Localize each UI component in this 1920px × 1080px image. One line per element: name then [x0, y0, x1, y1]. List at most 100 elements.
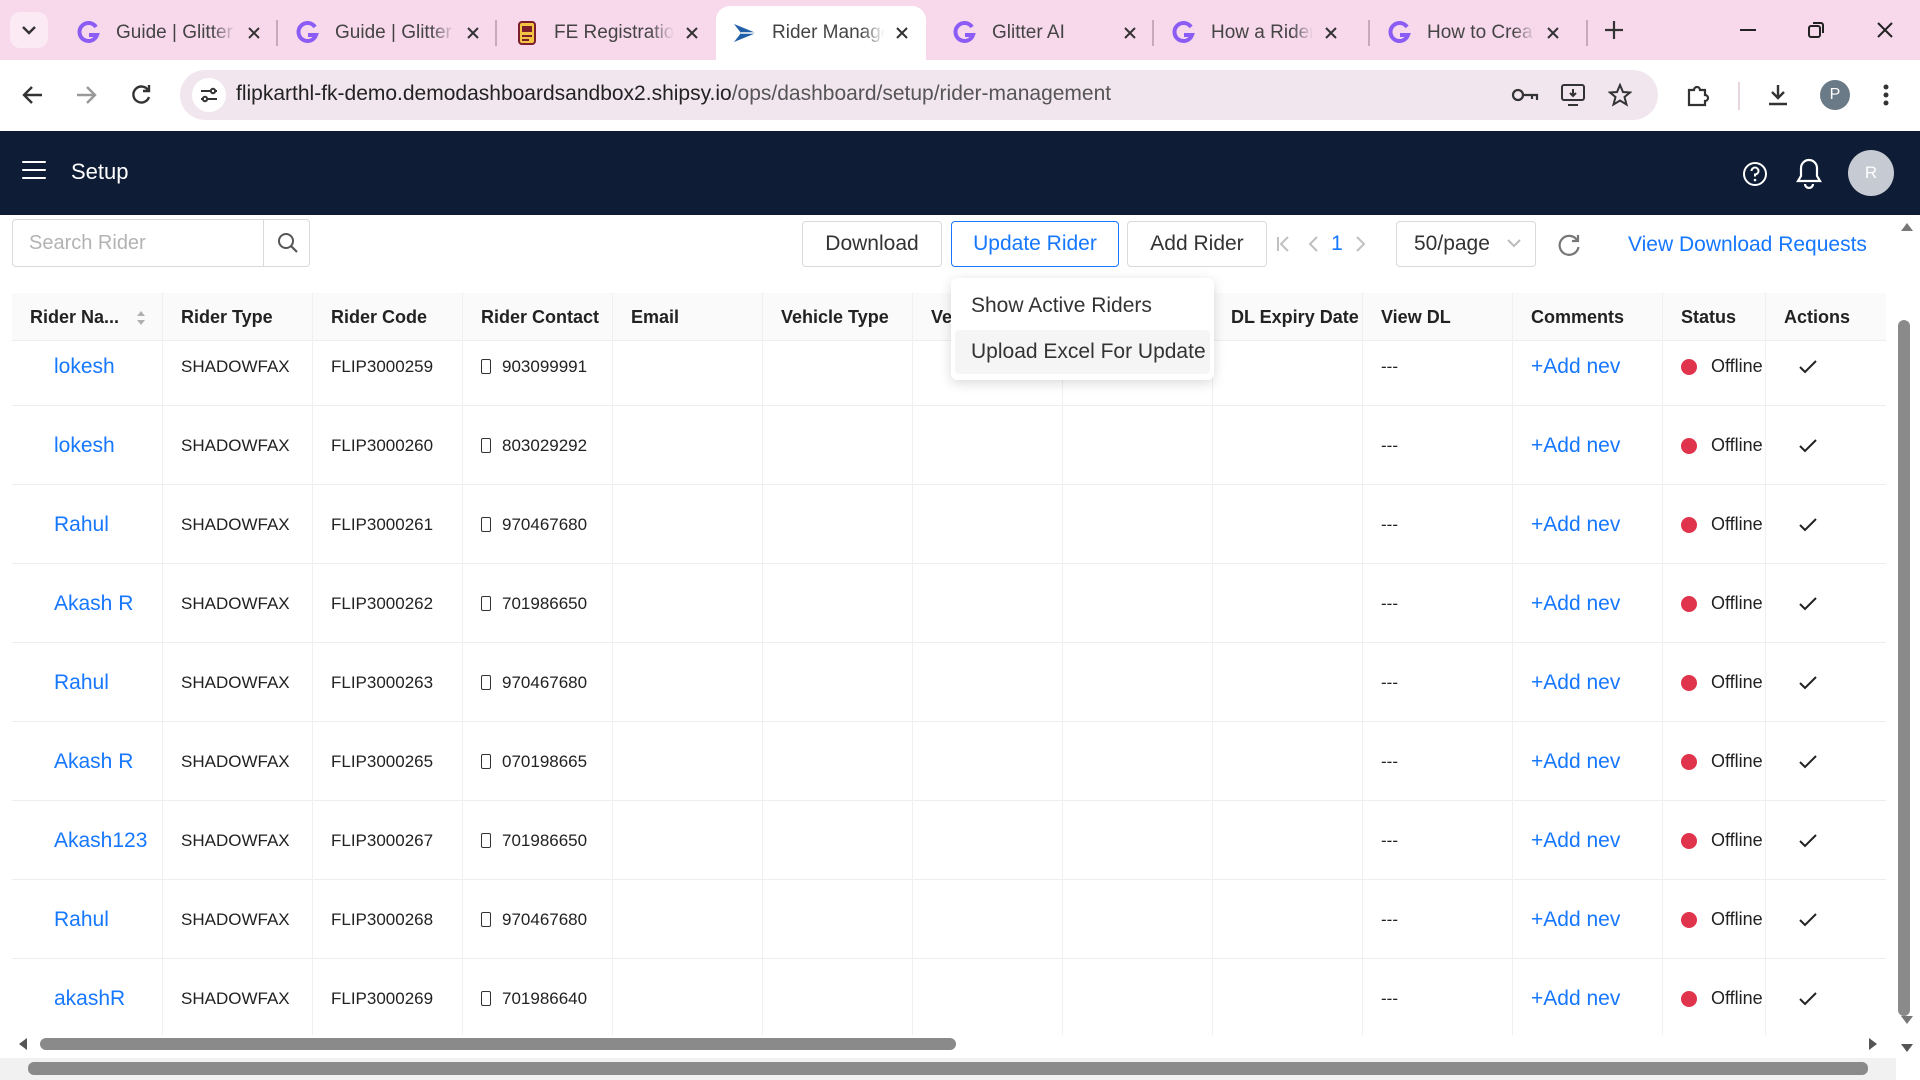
browser-tab-2[interactable]: Guide | Glitter [279, 6, 497, 60]
add-new-comment-link[interactable]: +Add nev [1531, 987, 1620, 1011]
add-new-comment-link[interactable]: +Add nev [1531, 355, 1620, 379]
rider-name-link[interactable]: Rahul [54, 671, 109, 695]
add-new-comment-link[interactable]: +Add nev [1531, 513, 1620, 537]
scroll-down-arrow-icon[interactable] [1900, 1015, 1914, 1025]
current-page[interactable]: 1 [1324, 228, 1350, 260]
close-icon[interactable] [244, 23, 264, 43]
rider-name-link[interactable]: Akash123 [54, 829, 147, 853]
rider-type: SHADOWFAX [181, 988, 290, 1008]
phone-icon [481, 675, 491, 690]
tab-separator [495, 20, 497, 46]
check-icon[interactable] [1799, 991, 1817, 1006]
close-icon[interactable] [463, 23, 483, 43]
search-input[interactable] [13, 220, 265, 266]
first-page-button[interactable] [1270, 228, 1296, 260]
ve-cell [913, 959, 1063, 1035]
restore-button[interactable] [1786, 8, 1846, 52]
bookmark-star-icon[interactable] [1605, 80, 1635, 110]
downloads-icon[interactable] [1760, 77, 1796, 113]
help-icon[interactable] [1742, 161, 1768, 187]
update-rider-button[interactable]: Update Rider [951, 221, 1119, 267]
rider-name-link[interactable]: akashR [54, 987, 125, 1011]
check-icon[interactable] [1799, 675, 1817, 690]
comments-cell: +Add nev [1513, 880, 1663, 959]
menu-item-upload-excel-for-update[interactable]: Upload Excel For Update [955, 330, 1210, 374]
check-icon[interactable] [1799, 359, 1817, 374]
install-app-icon[interactable] [1558, 80, 1588, 110]
glitter-logo-icon [76, 20, 102, 46]
scroll-up-arrow-icon[interactable] [1900, 222, 1914, 232]
close-window-button[interactable] [1855, 8, 1915, 52]
browser-tab-7[interactable]: How to Create [1371, 6, 1577, 60]
scroll-right-arrow-icon[interactable] [1868, 1037, 1878, 1051]
new-tab-button[interactable] [1596, 12, 1632, 48]
rider-name-link[interactable]: lokesh [54, 355, 115, 379]
close-icon[interactable] [682, 23, 702, 43]
browser-tab-6[interactable]: How a Rider r [1155, 6, 1355, 60]
page-horizontal-scroll-thumb[interactable] [28, 1062, 1868, 1075]
menu-item-show-active-riders[interactable]: Show Active Riders [955, 284, 1210, 328]
search-button[interactable] [263, 219, 311, 267]
reload-button[interactable] [121, 75, 161, 115]
glitter-logo-icon [295, 20, 321, 46]
phone-icon [481, 359, 491, 374]
profile-avatar[interactable]: P [1820, 80, 1850, 110]
add-new-comment-link[interactable]: +Add nev [1531, 829, 1620, 853]
bell-icon[interactable] [1794, 157, 1824, 189]
user-avatar[interactable]: R [1848, 150, 1894, 196]
tab-search-button[interactable] [10, 12, 48, 48]
close-icon[interactable] [1543, 23, 1563, 43]
browser-tab-3[interactable]: FE Registration [498, 6, 716, 60]
add-rider-button[interactable]: Add Rider [1127, 221, 1267, 267]
add-new-comment-link[interactable]: +Add nev [1531, 592, 1620, 616]
next-page-button[interactable] [1348, 228, 1374, 260]
key-icon[interactable] [1510, 80, 1540, 110]
back-button[interactable] [13, 75, 53, 115]
check-icon[interactable] [1799, 912, 1817, 927]
rider-contact: 970467680 [502, 909, 588, 929]
rider-name-link[interactable]: Rahul [54, 908, 109, 932]
add-new-comment-link[interactable]: +Add nev [1531, 750, 1620, 774]
check-icon[interactable] [1799, 833, 1817, 848]
rider-code-cell: FLIP3000268 [313, 880, 463, 959]
rider-name-link[interactable]: Akash R [54, 592, 133, 616]
arrow-right-icon [77, 86, 97, 104]
minimize-button[interactable] [1718, 8, 1778, 52]
email-cell [613, 406, 763, 485]
dl-expiry-date-cell [1213, 880, 1363, 959]
add-new-comment-link[interactable]: +Add nev [1531, 908, 1620, 932]
more-menu-icon[interactable] [1868, 77, 1904, 113]
scroll-left-arrow-icon[interactable] [18, 1037, 28, 1051]
rider-name-link[interactable]: Akash R [54, 750, 133, 774]
browser-tab-5[interactable]: Glitter AI [936, 6, 1154, 60]
download-button[interactable]: Download [802, 221, 942, 267]
rider-name-link[interactable]: Rahul [54, 513, 109, 537]
hamburger-menu-icon[interactable] [22, 161, 46, 181]
check-icon[interactable] [1799, 517, 1817, 532]
close-icon[interactable] [1321, 23, 1341, 43]
page-size-select[interactable]: 50/page [1396, 221, 1536, 267]
check-icon[interactable] [1799, 754, 1817, 769]
vehicle-type-cell [763, 880, 913, 959]
browser-tab-1[interactable]: Guide | Glitter [60, 6, 278, 60]
site-info-icon[interactable] [192, 78, 226, 112]
browser-tab-4-active[interactable]: Rider Manage [716, 6, 926, 60]
check-icon[interactable] [1799, 596, 1817, 611]
extensions-icon[interactable] [1680, 77, 1716, 113]
forward-button[interactable] [66, 75, 106, 115]
address-bar[interactable]: flipkarthl-fk-demo.demodashboardsandbox2… [180, 70, 1658, 120]
refresh-icon[interactable] [1556, 232, 1582, 258]
add-new-comment-link[interactable]: +Add nev [1531, 671, 1620, 695]
rider-type-cell: SHADOWFAX [163, 564, 313, 643]
add-new-comment-link[interactable]: +Add nev [1531, 434, 1620, 458]
check-icon[interactable] [1799, 438, 1817, 453]
view-download-requests-link[interactable]: View Download Requests [1628, 233, 1867, 257]
vertical-scroll-thumb[interactable] [1898, 320, 1910, 1016]
prev-page-button[interactable] [1300, 228, 1326, 260]
sort-icon[interactable] [136, 309, 146, 327]
table-horizontal-scroll-thumb[interactable] [40, 1038, 956, 1050]
scroll-down-arrow-icon[interactable] [1900, 1043, 1914, 1053]
close-icon[interactable] [892, 23, 912, 43]
close-icon[interactable] [1120, 23, 1140, 43]
rider-name-link[interactable]: lokesh [54, 434, 115, 458]
